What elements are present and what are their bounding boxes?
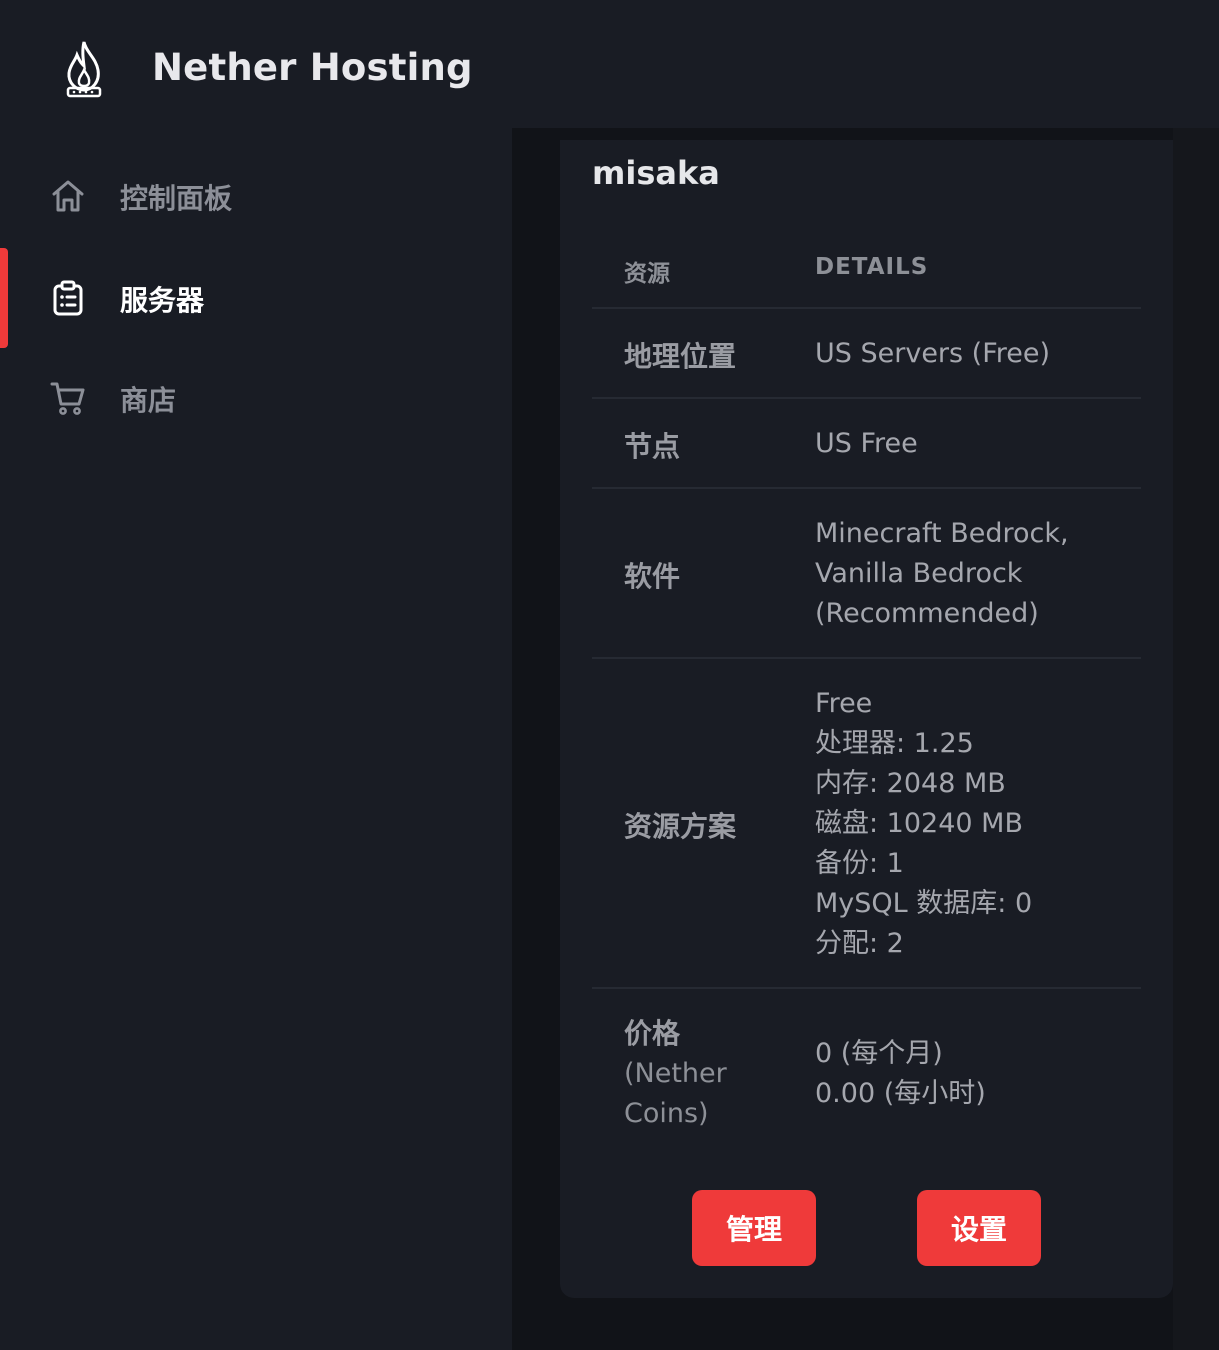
row-label: 价格 [624, 1017, 681, 1050]
column-header-details: DETAILS [815, 254, 929, 280]
plan-line: 处理器: 1.25 [815, 728, 974, 759]
row-value: Minecraft Bedrock, Vanilla Bedrock (Reco… [815, 514, 1135, 634]
row-label-group: 价格 (Nether Coins) [624, 1014, 727, 1134]
row-label: 资源方案 [624, 810, 737, 843]
plan-line: 备份: 1 [815, 848, 904, 879]
software-line: Vanilla Bedrock [815, 558, 1023, 589]
main-right-gutter [1173, 128, 1219, 1350]
sidebar: 控制面板 服务器 商店 [0, 128, 512, 1350]
row-value: US Servers (Free) [815, 338, 1051, 369]
plan-line: MySQL 数据库: 0 [815, 888, 1033, 919]
table-row-software: 软件 Minecraft Bedrock, Vanilla Bedrock (R… [592, 489, 1141, 659]
plan-line: 磁盘: 10240 MB [815, 808, 1023, 839]
row-label-sub: (Nether [624, 1058, 727, 1089]
price-line: 0 (每个月) [815, 1038, 943, 1069]
column-header-resource: 资源 [624, 261, 670, 287]
software-line: Minecraft Bedrock, [815, 518, 1069, 549]
plan-line: 内存: 2048 MB [815, 768, 1006, 799]
sidebar-item-servers[interactable]: 服务器 [0, 248, 512, 348]
software-line: (Recommended) [815, 598, 1039, 629]
row-label: 节点 [624, 430, 681, 463]
row-value: US Free [815, 428, 918, 459]
brand-title[interactable]: Nether Hosting [152, 46, 473, 89]
row-value: 0 (每个月) 0.00 (每小时) [815, 1034, 1135, 1114]
home-icon [52, 180, 84, 212]
table-row-node: 节点 US Free [592, 399, 1141, 489]
cart-icon [50, 382, 85, 415]
sidebar-item-label: 服务器 [120, 284, 205, 317]
top-bar: Nether Hosting [0, 0, 1219, 128]
row-label-sub: Coins) [624, 1098, 709, 1129]
price-line: 0.00 (每小时) [815, 1078, 986, 1109]
sidebar-item-label: 商店 [120, 384, 177, 417]
sidebar-item-store[interactable]: 商店 [0, 348, 512, 448]
settings-button[interactable]: 设置 [917, 1190, 1041, 1266]
server-details-table: 资源 DETAILS 地理位置 US Servers (Free) 节点 US … [592, 230, 1141, 1159]
row-label: 软件 [624, 560, 681, 593]
manage-button[interactable]: 管理 [692, 1190, 816, 1266]
sidebar-item-label: 控制面板 [120, 182, 233, 215]
fire-icon [66, 41, 102, 98]
table-row-price: 价格 (Nether Coins) 0 (每个月) 0.00 (每小时) [592, 989, 1141, 1159]
server-card: misaka 资源 DETAILS 地理位置 US Servers (Free)… [560, 140, 1173, 1298]
server-name: misaka [592, 154, 720, 192]
plan-line: 分配: 2 [815, 928, 904, 959]
table-row-location: 地理位置 US Servers (Free) [592, 309, 1141, 399]
sidebar-item-dashboard[interactable]: 控制面板 [0, 146, 512, 246]
table-header: 资源 DETAILS [592, 230, 1141, 309]
row-label: 地理位置 [624, 340, 737, 373]
clipboard-list-icon [53, 280, 83, 316]
plan-line: Free [815, 688, 873, 719]
table-row-plan: 资源方案 Free 处理器: 1.25 内存: 2048 MB 磁盘: 1024… [592, 659, 1141, 989]
row-value: Free 处理器: 1.25 内存: 2048 MB 磁盘: 10240 MB … [815, 684, 1135, 964]
active-indicator [0, 248, 8, 348]
